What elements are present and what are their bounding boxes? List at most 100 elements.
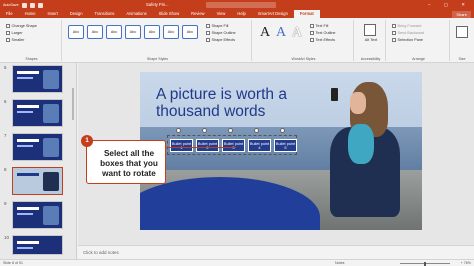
tab-animations[interactable]: Animations [120,10,152,18]
zoom-slider-knob[interactable] [424,261,426,266]
phone-image [331,88,338,101]
slide-thumbnail[interactable] [12,235,63,255]
arrange-label: Arrange [412,57,425,61]
selection-pane-button[interactable]: Selection Pane [392,37,449,43]
thumbnail-row[interactable]: 7 [0,133,77,163]
save-icon[interactable] [21,2,27,8]
shapes-group-label: Shapes [25,57,38,61]
slide-thumbnail-selected[interactable] [12,167,63,195]
thumbnail-row[interactable]: 6 [0,99,77,129]
zoom-level[interactable]: + 76% [461,261,471,265]
tab-transitions[interactable]: Transitions [89,10,121,18]
ribbon: Change Shape Larger Smaller Shapes Abc A… [0,18,474,63]
accessibility-label: Accessibility [360,57,381,61]
notes-pane[interactable]: Click to add notes [78,245,474,259]
size-label: Size [458,57,466,61]
shape-style-4[interactable]: Abc [125,25,141,39]
slide-thumbnails-pane: 5 6 7 8 9 10 [0,63,77,259]
accessibility-group: Alt Text Accessibility [356,20,386,61]
text-outline-button[interactable]: Text Outline [310,30,336,36]
alt-text-button[interactable]: Alt Text [356,38,386,42]
shape-effects-icon [206,38,210,42]
shape-fill-button[interactable]: Shape Fill [206,23,236,29]
shape-style-6[interactable]: Abc [163,25,179,39]
shape-outline-icon [206,31,210,35]
slide[interactable]: A picture is worth a thousand words Bull… [140,72,422,230]
tab-design[interactable]: Design [64,10,89,18]
search-box[interactable] [206,2,276,8]
bullet-box-4[interactable]: Bullet point 4 [248,139,271,152]
shape-effects-button[interactable]: Shape Effects [206,37,236,43]
larger-button[interactable]: Larger [6,30,61,36]
share-button[interactable]: Share [452,11,471,18]
title-bar: AutoSave Safety Pin... – ▢ ✕ [0,0,474,10]
tab-view[interactable]: View [211,10,232,18]
slide-title[interactable]: A picture is worth a thousand words [156,86,296,120]
wordart-style-1[interactable]: A [258,25,272,41]
tab-help[interactable]: Help [231,10,251,18]
shape-style-3[interactable]: Abc [106,25,122,39]
bullet-box-3[interactable]: Bullet point 3 [222,139,245,152]
thumbnail-row[interactable]: 9 [0,201,77,231]
instruction-callout: 1 Select all the boxes that you want to … [81,135,166,184]
notes-toggle[interactable]: Notes [335,261,344,265]
thumbnail-number: 7 [4,133,7,138]
slide-thumbnail[interactable] [12,133,63,161]
rotate-handle[interactable] [228,128,233,133]
tab-file[interactable]: File [0,10,19,18]
callout-step-number: 1 [81,135,93,147]
slide-thumbnail[interactable] [12,201,63,229]
tab-review[interactable]: Review [185,10,210,18]
thumbnail-row-selected[interactable]: 8 [0,167,77,197]
rotate-handle[interactable] [280,128,285,133]
shape-style-7[interactable]: Abc [182,25,198,39]
bring-forward-button[interactable]: Bring Forward [392,23,449,29]
tab-home[interactable]: Home [19,10,42,18]
rotate-handle[interactable] [202,128,207,133]
size-icon[interactable] [456,26,468,38]
tab-slide-show[interactable]: Slide Show [153,10,185,18]
shape-style-2[interactable]: Abc [87,25,103,39]
slide-counter: Slide 8 of 51 [3,261,23,265]
bullet-boxes: Bullet point 1 Bullet point 2 Bullet poi… [170,139,300,152]
tab-insert[interactable]: Insert [42,10,64,18]
bullet-box-2[interactable]: Bullet point 2 [196,139,219,152]
text-outline-icon [310,31,314,35]
thumbnail-number: 9 [4,201,7,206]
change-shape-button[interactable]: Change Shape [6,23,61,29]
thumbnail-row[interactable]: 10 [0,235,77,257]
text-fill-button[interactable]: Text Fill [310,23,336,29]
tab-format[interactable]: Format [293,10,320,18]
shape-styles-label: Shape Styles [146,57,169,61]
window-controls[interactable]: – ▢ ✕ [428,2,471,8]
smaller-button[interactable]: Smaller [6,37,61,43]
wordart-style-3[interactable]: A [290,25,304,41]
slide-thumbnail[interactable] [12,99,63,127]
redo-icon[interactable] [37,2,43,8]
thumbnail-number: 5 [4,65,7,70]
bullet-box-5[interactable]: Bullet point 5 [274,139,297,152]
rotate-handle[interactable] [176,128,181,133]
larger-icon [6,31,10,35]
slide-thumbnail[interactable] [12,65,63,93]
wordart-style-2[interactable]: A [274,25,288,41]
tab-smartart-design[interactable]: SmartArt Design [252,10,294,18]
send-backward-button[interactable]: Send Backward [392,30,449,36]
shape-outline-button[interactable]: Shape Outline [206,30,236,36]
thumbnails-scrollbar[interactable] [72,88,74,120]
shape-style-5[interactable]: Abc [144,25,160,39]
wordart-group: A A A Text Fill Text Outline Text Effect… [254,20,354,61]
size-group: Size [452,20,472,61]
alt-text-icon[interactable] [364,24,376,36]
bullet-box-1[interactable]: Bullet point 1 [170,139,193,152]
undo-icon[interactable] [29,2,35,8]
shape-styles-group: Abc Abc Abc Abc Abc Abc Abc Shape Fill S… [64,20,252,61]
thumbnail-number: 8 [4,167,7,172]
thumbnail-row[interactable]: 5 [0,65,77,95]
rotate-handle[interactable] [254,128,259,133]
selection-pane-icon [392,38,396,42]
text-effects-button[interactable]: Text Effects [310,37,336,43]
shape-fill-icon [206,24,210,28]
shape-style-1[interactable]: Abc [68,25,84,39]
autosave-toggle[interactable]: AutoSave [3,3,19,7]
